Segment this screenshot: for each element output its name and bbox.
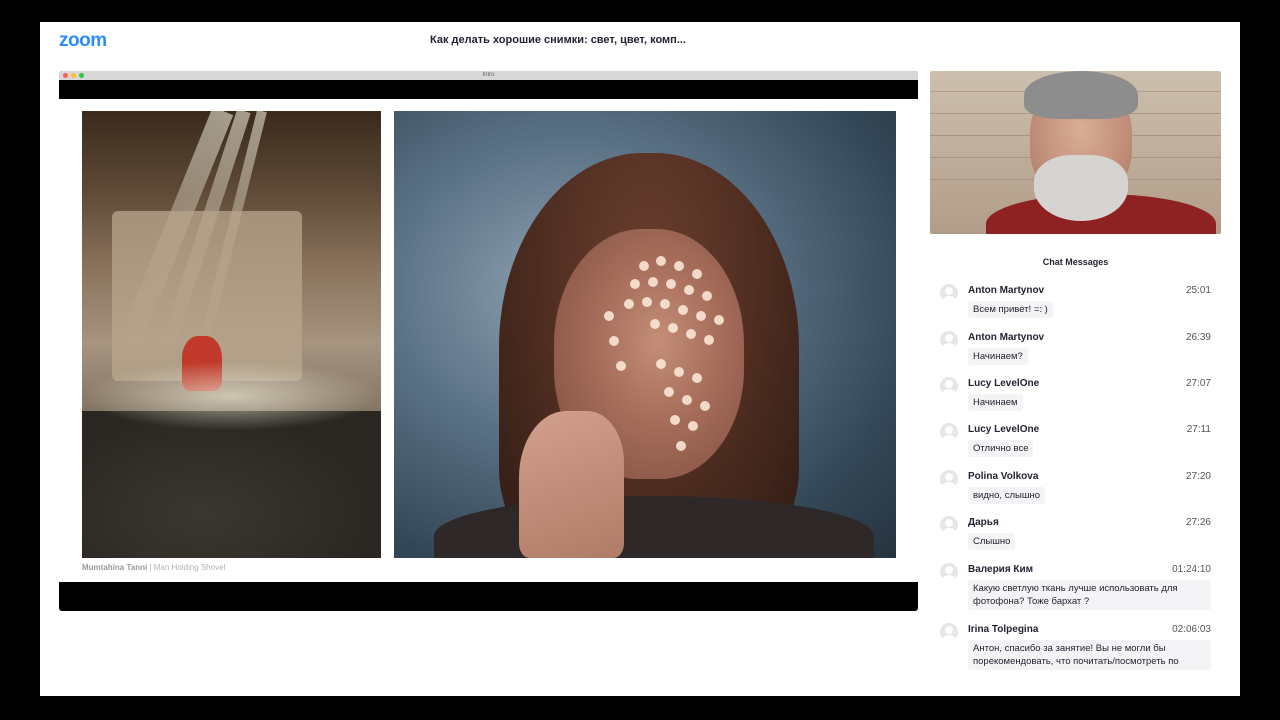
shared-screen[interactable]: Intro Mumtahina Tanni | Man Holding Shov… (59, 71, 918, 611)
message-time: 26:39 (1185, 332, 1211, 343)
message-text: Отлично все (968, 440, 1034, 457)
message-sender: Валерия Ким (968, 564, 1034, 575)
avatar-icon (940, 470, 958, 488)
message-sender: Anton Martynov (968, 285, 1045, 296)
avatar-icon (940, 423, 958, 441)
message-sender: Anton Martynov (968, 332, 1045, 343)
message-sender: Polina Volkova (968, 471, 1039, 482)
meeting-title: Как делать хорошие снимки: свет, цвет, к… (430, 34, 686, 46)
message-text: Всем привет! =: ) (968, 301, 1053, 318)
chat-panel: Chat Messages Anton Martynov 25:01 Всем … (930, 244, 1221, 684)
caption-author: Mumtahina Tanni (82, 563, 148, 572)
avatar-icon (940, 284, 958, 302)
message-time: 27:07 (1185, 378, 1211, 389)
message-text: Слышно (968, 533, 1016, 550)
message-sender: Lucy LevelOne (968, 378, 1040, 389)
message-time: 01:24:10 (1172, 564, 1211, 575)
photo-portrait-woman-light-spots (394, 111, 896, 558)
shared-window-titlebar: Intro (59, 71, 918, 80)
caption-title: | Man Holding Shovel (147, 563, 226, 572)
message-text: видно, слышно (968, 487, 1045, 504)
photo-caption: Mumtahina Tanni | Man Holding Shovel (82, 563, 225, 572)
presentation-slide: Mumtahina Tanni | Man Holding Shovel (59, 99, 918, 582)
zoom-logo: zoom (59, 30, 107, 51)
message-text: Какую светлую ткань лучше использовать д… (968, 580, 1211, 610)
message-sender: Lucy LevelOne (968, 424, 1040, 435)
message-time: 27:26 (1185, 517, 1211, 528)
message-text: Антон, спасибо за занятие! Вы не могли б… (968, 640, 1211, 670)
message-sender: Irina Tolpegina (968, 624, 1039, 635)
message-time: 27:20 (1185, 471, 1211, 482)
photo-man-holding-shovel (82, 111, 381, 558)
message-sender: Дарья (968, 517, 999, 528)
message-text: Начинаем (968, 394, 1023, 411)
message-time: 02:06:03 (1172, 624, 1211, 635)
message-text: Начинаем? (968, 348, 1028, 365)
shared-window-title: Intro (482, 72, 495, 78)
avatar-icon (940, 563, 958, 581)
avatar-icon (940, 377, 958, 395)
participant-video[interactable] (930, 71, 1221, 234)
avatar-icon (940, 623, 958, 641)
zoom-window: zoom Как делать хорошие снимки: свет, цв… (40, 22, 1240, 696)
avatar-icon (940, 516, 958, 534)
message-time: 25:01 (1185, 285, 1211, 296)
message-time: 27:11 (1186, 424, 1211, 435)
avatar-icon (940, 331, 958, 349)
chat-title: Chat Messages (1042, 257, 1109, 267)
